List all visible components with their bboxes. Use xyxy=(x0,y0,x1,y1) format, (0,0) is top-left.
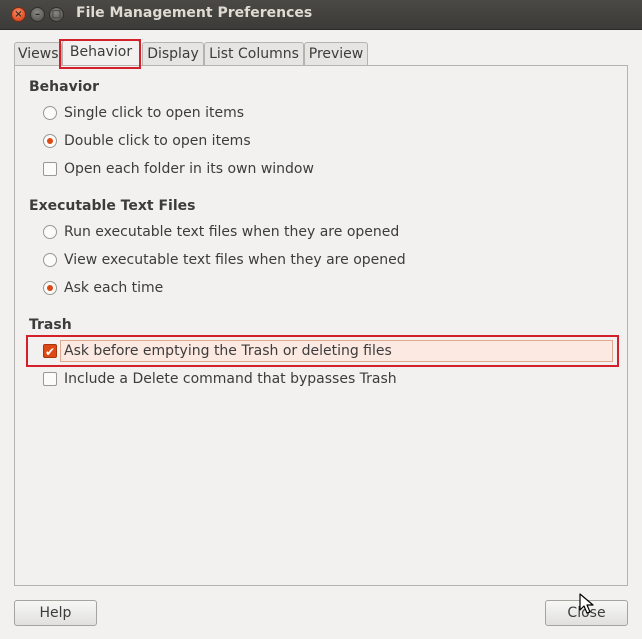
ask-before-emptying-label: Ask before emptying the Trash or deletin… xyxy=(64,343,392,359)
single-click-option[interactable]: Single click to open items xyxy=(43,103,244,123)
double-click-option[interactable]: Double click to open items xyxy=(43,131,251,151)
radio-selected-icon[interactable] xyxy=(43,281,57,295)
radio-selected-icon[interactable] xyxy=(43,134,57,148)
behavior-section-title: Behavior xyxy=(29,79,100,95)
checkbox-checked-icon[interactable] xyxy=(43,342,57,362)
ask-each-time-label: Ask each time xyxy=(64,280,164,296)
ask-before-emptying-option[interactable]: Ask before emptying the Trash or deletin… xyxy=(43,341,392,362)
checkbox-icon[interactable] xyxy=(43,162,57,176)
trash-section-title: Trash xyxy=(29,317,72,333)
radio-icon[interactable] xyxy=(43,225,57,239)
tab-display[interactable]: Display xyxy=(142,42,204,65)
executable-section-title: Executable Text Files xyxy=(29,198,196,214)
include-delete-option[interactable]: Include a Delete command that bypasses T… xyxy=(43,369,397,389)
tab-preview[interactable]: Preview xyxy=(304,42,368,65)
tab-behavior[interactable]: Behavior xyxy=(62,40,140,65)
double-click-label: Double click to open items xyxy=(64,133,251,149)
window-title: File Management Preferences xyxy=(76,5,313,21)
window-maximize-icon[interactable]: □ xyxy=(49,7,64,22)
radio-icon[interactable] xyxy=(43,106,57,120)
run-executable-option[interactable]: Run executable text files when they are … xyxy=(43,222,399,242)
window-close-icon[interactable]: × xyxy=(11,7,26,22)
radio-icon[interactable] xyxy=(43,253,57,267)
include-delete-label: Include a Delete command that bypasses T… xyxy=(64,371,397,387)
single-click-label: Single click to open items xyxy=(64,105,245,121)
open-folder-option[interactable]: Open each folder in its own window xyxy=(43,159,314,179)
view-executable-label: View executable text files when they are… xyxy=(64,252,406,268)
mouse-cursor-icon xyxy=(579,593,594,614)
title-bar: × – □ File Management Preferences xyxy=(0,0,642,30)
help-button[interactable]: Help xyxy=(14,600,97,626)
ask-each-time-option[interactable]: Ask each time xyxy=(43,278,163,298)
view-executable-option[interactable]: View executable text files when they are… xyxy=(43,250,406,270)
open-folder-label: Open each folder in its own window xyxy=(64,161,314,177)
tab-views[interactable]: Views xyxy=(14,42,62,65)
tab-list-columns[interactable]: List Columns xyxy=(204,42,304,65)
run-executable-label: Run executable text files when they are … xyxy=(64,224,400,240)
checkbox-icon[interactable] xyxy=(43,372,57,386)
window-minimize-icon[interactable]: – xyxy=(30,7,45,22)
